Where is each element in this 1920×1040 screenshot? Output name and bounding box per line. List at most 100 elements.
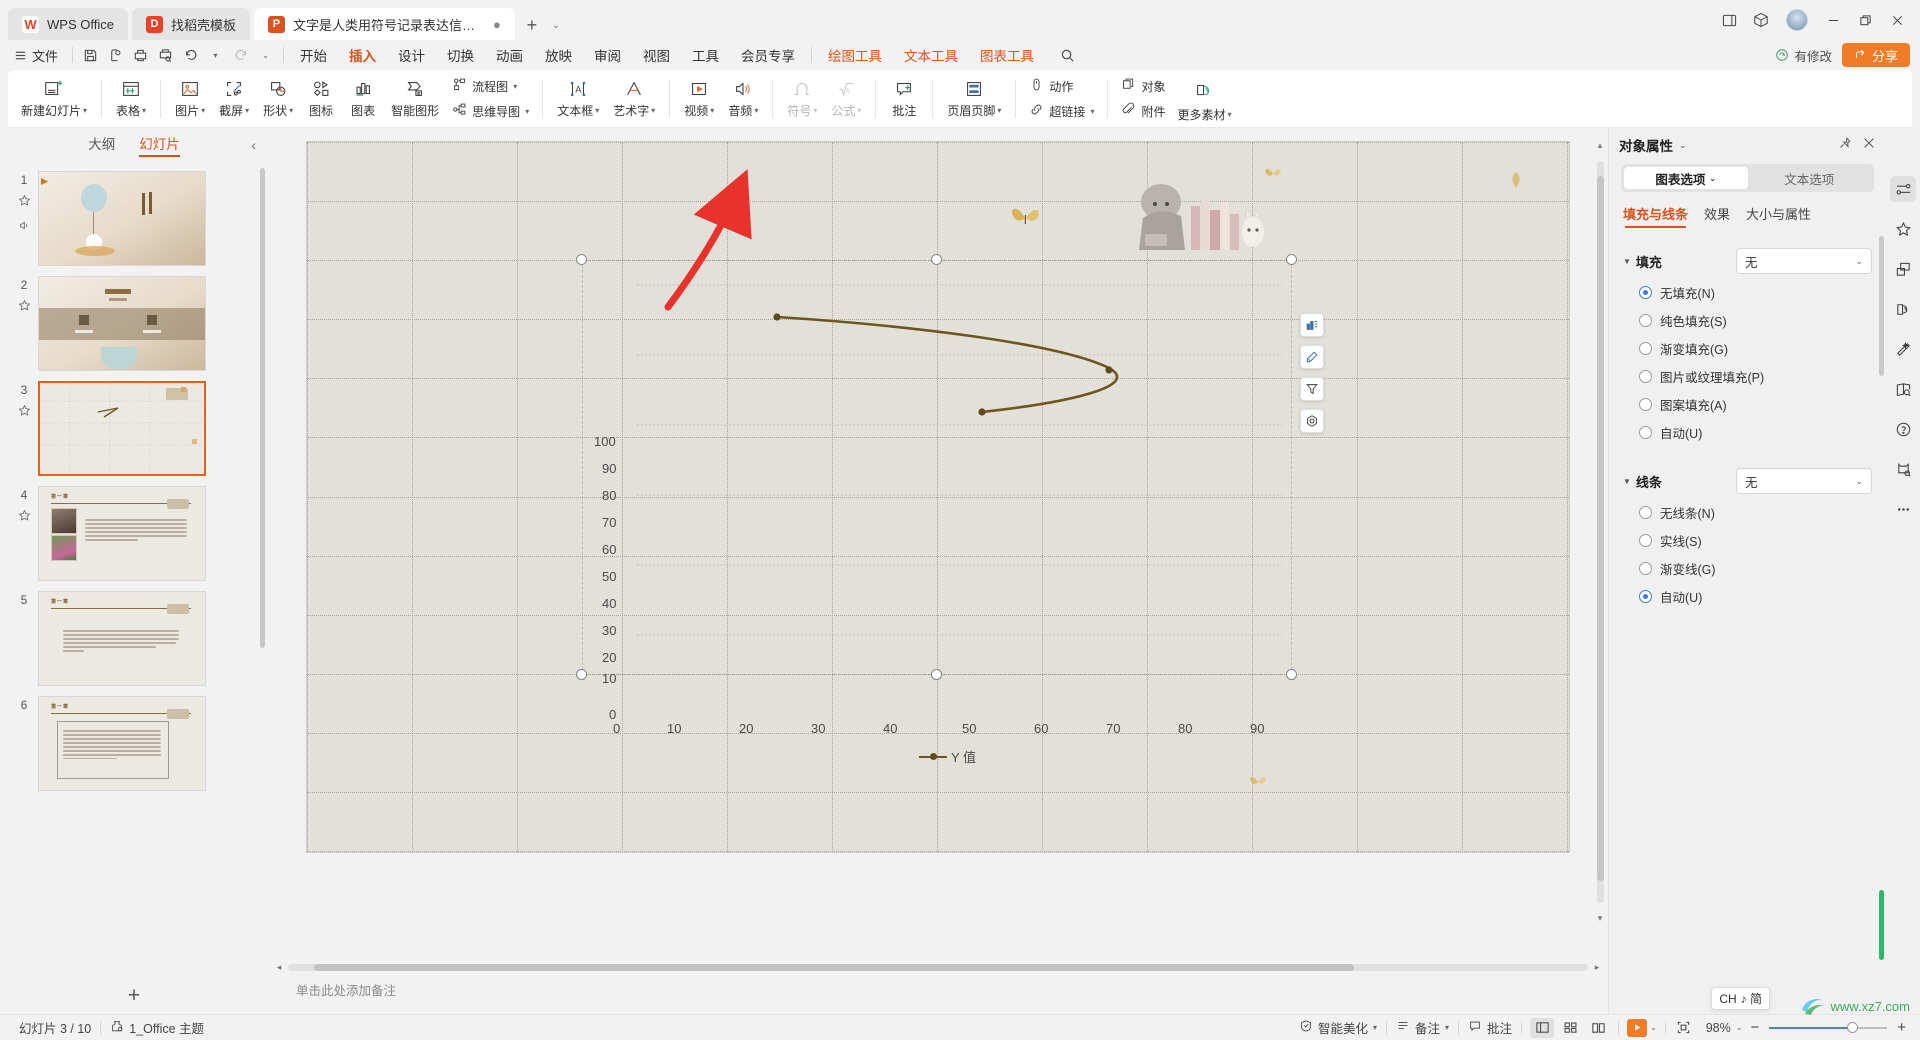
star-rail-icon[interactable] bbox=[1890, 216, 1916, 242]
help-rail-icon[interactable] bbox=[1890, 416, 1916, 442]
start-slideshow-button[interactable] bbox=[1627, 1018, 1648, 1037]
menu-item-design[interactable]: 设计 bbox=[387, 41, 436, 69]
panel-scroll-indicator[interactable] bbox=[1879, 890, 1884, 960]
radio-auto-line[interactable]: 自动(U) bbox=[1623, 578, 1872, 606]
fill-preset-select[interactable]: 无 ⌄ bbox=[1736, 248, 1872, 274]
tab-presentation-document[interactable]: P 文字是人类用符号记录表达信息以传... ● bbox=[253, 8, 515, 40]
mindmap-button[interactable]: 思维导图 ▾ bbox=[446, 100, 535, 122]
shapes-rail-icon[interactable] bbox=[1890, 256, 1916, 282]
menu-item-tools[interactable]: 工具 bbox=[681, 41, 730, 69]
panel-title-caret-icon[interactable]: ⌄ bbox=[1679, 140, 1687, 151]
subtab-fill-and-line[interactable]: 填充与线条 bbox=[1623, 204, 1688, 228]
restore-button[interactable] bbox=[1850, 6, 1880, 34]
list-item[interactable]: 6 第一章 bbox=[0, 691, 268, 796]
subtab-size-and-properties[interactable]: 大小与属性 bbox=[1746, 204, 1811, 228]
zoom-out-button[interactable]: − bbox=[1746, 1019, 1763, 1036]
resize-handle-bottom-right-outer[interactable] bbox=[1286, 669, 1297, 680]
file-menu-button[interactable]: 文件 bbox=[10, 46, 67, 65]
menu-item-animation[interactable]: 动画 bbox=[485, 41, 534, 69]
canvas-vertical-scrollbar[interactable]: ▴ ▾ bbox=[1594, 140, 1606, 924]
save-status[interactable]: 有修改 bbox=[1775, 46, 1832, 65]
chart-styles-button[interactable] bbox=[1300, 345, 1324, 369]
menu-item-review[interactable]: 审阅 bbox=[583, 41, 632, 69]
smartart-button[interactable]: 智能图形 bbox=[384, 73, 446, 125]
video-button[interactable]: 视频 ▾ bbox=[677, 73, 721, 125]
scroll-down-icon[interactable]: ▾ bbox=[1598, 913, 1603, 924]
slider-knob[interactable] bbox=[1847, 1022, 1859, 1033]
canvas-horizontal-scrollbar[interactable]: ◂ ▸ bbox=[268, 960, 1608, 974]
menu-item-chart-tools[interactable]: 图表工具 bbox=[969, 41, 1045, 69]
list-item[interactable]: 4 第一章 bbox=[0, 481, 268, 586]
comment-button[interactable]: 批注 bbox=[883, 73, 925, 125]
menu-item-slideshow[interactable]: 放映 bbox=[534, 41, 583, 69]
new-slide-button[interactable]: 新建幻灯片 ▾ bbox=[14, 73, 94, 125]
attachment-button[interactable]: 附件 bbox=[1115, 100, 1171, 122]
radio-picture-or-texture-fill[interactable]: 图片或纹理填充(P) bbox=[1623, 358, 1872, 386]
picture-button[interactable]: 图片 ▾ bbox=[168, 73, 212, 125]
close-button[interactable] bbox=[1882, 6, 1912, 34]
notes-pane[interactable]: 单击此处添加备注 bbox=[268, 974, 1608, 1014]
segment-text-options[interactable]: 文本选项 bbox=[1748, 167, 1872, 189]
radio-auto-fill[interactable]: 自动(U) bbox=[1623, 414, 1872, 442]
search-doc-rail-icon[interactable] bbox=[1890, 376, 1916, 402]
minimize-button[interactable] bbox=[1818, 6, 1848, 34]
resize-handle-top-left[interactable] bbox=[576, 254, 587, 265]
zoom-level[interactable]: 98% ⌄ bbox=[1702, 1021, 1747, 1035]
star-icon[interactable] bbox=[18, 404, 31, 422]
object-button[interactable]: 对象 bbox=[1115, 75, 1171, 97]
menu-item-view[interactable]: 视图 bbox=[632, 41, 681, 69]
undo-caret-icon[interactable]: ▾ bbox=[203, 43, 228, 67]
scroll-left-icon[interactable]: ◂ bbox=[274, 962, 284, 973]
feedback-rail-icon[interactable] bbox=[1890, 456, 1916, 482]
slide-thumbnail-list[interactable]: 1 2 3 4 第一章 5 第一章 6 第一章 bbox=[0, 162, 268, 978]
chart-settings-button[interactable] bbox=[1300, 409, 1324, 433]
scrollbar-track[interactable] bbox=[288, 963, 1588, 971]
chevron-down-icon[interactable]: ⌄ bbox=[1736, 1023, 1743, 1032]
slide-thumbnail[interactable] bbox=[38, 276, 206, 371]
action-button[interactable]: 动作 bbox=[1023, 75, 1100, 97]
menu-item-text-tools[interactable]: 文本工具 bbox=[893, 41, 969, 69]
line-preset-select[interactable]: 无 ⌄ bbox=[1736, 468, 1872, 494]
menu-item-insert[interactable]: 插入 bbox=[338, 41, 387, 74]
flowchart-button[interactable]: 流程图 ▾ bbox=[446, 75, 535, 97]
scroll-right-icon[interactable]: ▸ bbox=[1592, 962, 1602, 973]
menu-item-membership[interactable]: 会员专享 bbox=[730, 41, 806, 69]
symbol-button[interactable]: 符号 ▾ bbox=[780, 73, 824, 125]
list-item[interactable]: 3 bbox=[0, 376, 268, 481]
undo-icon[interactable] bbox=[178, 43, 203, 67]
star-icon[interactable] bbox=[18, 509, 31, 527]
section-line-header[interactable]: ▼ 线条 无 ⌄ bbox=[1623, 468, 1872, 494]
save-icon[interactable] bbox=[78, 43, 103, 67]
resize-handle-bottom-center-outer[interactable] bbox=[931, 669, 942, 680]
slide-thumbnail[interactable]: 第一章 bbox=[38, 591, 206, 686]
search-icon[interactable] bbox=[1055, 43, 1080, 67]
reading-view-button[interactable] bbox=[1586, 1018, 1610, 1038]
ime-indicator[interactable]: CH ♪ 简 bbox=[1711, 987, 1770, 1010]
slide-canvas[interactable]: 100 90 80 70 60 50 40 30 20 0 10 20 30 4… bbox=[307, 142, 1569, 852]
normal-view-button[interactable] bbox=[1530, 1017, 1555, 1038]
chart-button[interactable]: 图表 bbox=[342, 73, 384, 125]
radio-no-fill[interactable]: 无填充(N) bbox=[1623, 274, 1872, 302]
resize-handle-top-center[interactable] bbox=[931, 254, 942, 265]
slide-panel-scrollbar[interactable] bbox=[260, 168, 265, 648]
slide-thumbnail-selected[interactable] bbox=[38, 381, 206, 476]
fit-slide-button[interactable] bbox=[1672, 1018, 1696, 1038]
quick-access-more-icon[interactable]: ⌄ bbox=[253, 43, 278, 67]
print-icon[interactable] bbox=[128, 43, 153, 67]
comments-button[interactable]: 批注 bbox=[1459, 1018, 1521, 1037]
scrollbar-thumb[interactable] bbox=[1596, 175, 1604, 881]
chart-elements-button[interactable] bbox=[1300, 313, 1324, 337]
new-tab-button[interactable]: + bbox=[519, 10, 545, 40]
zoom-in-button[interactable]: + bbox=[1893, 1019, 1910, 1036]
chart-object[interactable]: 100 90 80 70 60 50 40 30 20 0 10 20 30 4… bbox=[576, 254, 1324, 736]
chevron-down-icon[interactable]: ▼ bbox=[1623, 477, 1631, 486]
audio-button[interactable]: 音频 ▾ bbox=[721, 73, 765, 125]
canvas-area[interactable]: 100 90 80 70 60 50 40 30 20 0 10 20 30 4… bbox=[268, 128, 1608, 960]
beautify-button[interactable]: 智能美化 ▾ bbox=[1290, 1018, 1386, 1037]
scrollbar-track[interactable] bbox=[1596, 161, 1604, 903]
tab-wps-office[interactable]: W WPS Office bbox=[8, 8, 128, 40]
close-icon[interactable] bbox=[1862, 136, 1876, 155]
panel-scrollbar[interactable] bbox=[1879, 236, 1884, 376]
star-icon[interactable] bbox=[18, 194, 31, 212]
radio-no-line[interactable]: 无线条(N) bbox=[1623, 494, 1872, 522]
